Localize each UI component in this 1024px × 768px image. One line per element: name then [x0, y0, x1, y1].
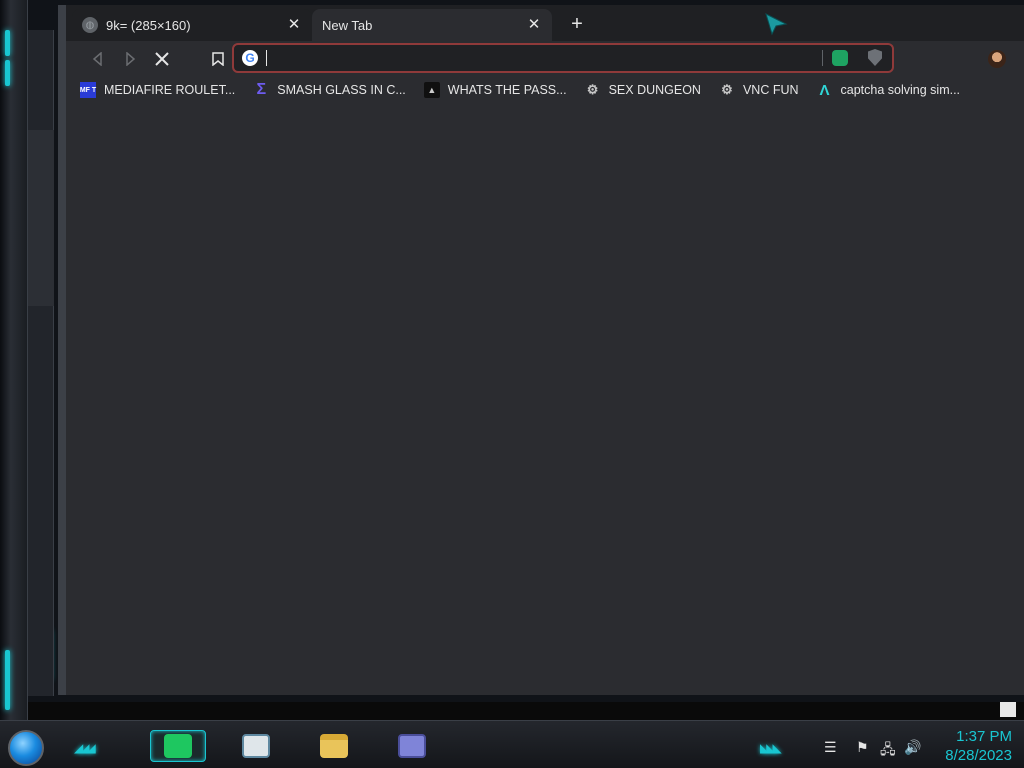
background-window-edge: [28, 30, 54, 696]
bookmark-smash-glass[interactable]: Σ SMASH GLASS IN C...: [253, 81, 406, 98]
taskbar-notes-app[interactable]: [150, 730, 206, 762]
window-bottom-edge: [28, 702, 1024, 720]
shield-extension-icon[interactable]: [868, 49, 882, 66]
close-icon: [155, 52, 169, 66]
taskbar-id-card-app[interactable]: [384, 730, 440, 762]
text-caret: [266, 50, 267, 66]
bookmark-button[interactable]: [206, 47, 230, 71]
bookmark-label: WHATS THE PASS...: [447, 83, 567, 97]
tab-image[interactable]: ◍ 9k= (285×160) ✕: [72, 9, 312, 41]
robot-icon: ⚙: [586, 82, 599, 97]
lambda-icon: Λ: [819, 81, 830, 99]
tab-strip: ◍ 9k= (285×160) ✕ New Tab ✕ +: [66, 5, 1024, 41]
bookmark-vnc-fun[interactable]: ⚙ VNC FUN: [719, 82, 799, 98]
page-content-area[interactable]: [66, 103, 1024, 695]
desktop-left-rail: [0, 0, 51, 720]
browser-window: ◍ 9k= (285×160) ✕ New Tab ✕ + G MF T MED…: [58, 5, 1024, 695]
id-card-icon: [398, 734, 426, 758]
browser-toolbar: G: [66, 41, 1024, 77]
notes-icon: [164, 734, 192, 758]
clock-date: 8/28/2023: [945, 747, 1012, 764]
scrollbar-corner: [1000, 702, 1016, 717]
tab-title: 9k= (285×160): [106, 17, 191, 33]
close-tab-icon[interactable]: ✕: [286, 17, 302, 33]
stop-loading-button[interactable]: [150, 47, 174, 71]
robot-icon: ⚙: [721, 82, 733, 97]
mediafire-icon: MF T: [80, 82, 96, 98]
clock-time: 1:37 PM: [956, 728, 1012, 745]
notes-extension-icon[interactable]: [832, 50, 848, 66]
decorative-chevrons: ◢◢◢: [74, 741, 96, 755]
rail-glow: [5, 650, 10, 710]
divider: [822, 50, 823, 66]
document-icon: [242, 734, 270, 758]
system-clock[interactable]: 1:37 PM 8/28/2023: [932, 727, 1012, 765]
globe-icon: ◍: [82, 17, 98, 33]
network-icon[interactable]: 🖧: [880, 739, 896, 763]
folder-icon: [320, 734, 348, 758]
forward-arrow-icon: [126, 52, 136, 66]
bookmark-captcha[interactable]: Λ captcha solving sim...: [817, 81, 961, 99]
start-button[interactable]: [8, 730, 44, 766]
bookmark-label: VNC FUN: [742, 83, 799, 97]
mouse-cursor-icon: [765, 13, 788, 36]
tab-title: New Tab: [322, 17, 373, 33]
volume-icon[interactable]: 🔊: [904, 739, 921, 756]
lock-icon: ▲: [423, 82, 440, 98]
taskbar-document-viewer[interactable]: [228, 730, 284, 762]
new-tab-button[interactable]: +: [566, 14, 588, 36]
bookmark-sex-dungeon[interactable]: ⚙ SEX DUNGEON: [585, 82, 701, 98]
bookmark-label: SMASH GLASS IN C...: [277, 83, 406, 97]
bookmark-icon: [212, 52, 224, 66]
bookmark-label: MEDIAFIRE ROULET...: [104, 83, 236, 97]
address-bar[interactable]: G: [232, 43, 894, 73]
close-tab-icon[interactable]: ✕: [526, 17, 542, 33]
google-icon: G: [242, 50, 258, 66]
profile-avatar[interactable]: [988, 50, 1006, 68]
back-button[interactable]: [86, 47, 110, 71]
bookmark-mediafire[interactable]: MF T MEDIAFIRE ROULET...: [80, 82, 235, 98]
bookmark-label: captcha solving sim...: [840, 83, 961, 97]
bookmarks-bar: MF T MEDIAFIRE ROULET... Σ SMASH GLASS I…: [66, 77, 1024, 103]
rail-glow: [5, 60, 10, 86]
show-hidden-icons-button[interactable]: ☰: [824, 739, 837, 756]
taskbar: ◢◢◢ ◣◣◣ ☰ ⚑ 🖧 🔊 1:37 PM 8/28/2023: [0, 720, 1024, 768]
bookmark-whats-the-pass[interactable]: ▲ WHATS THE PASS...: [423, 82, 567, 98]
address-input[interactable]: [266, 48, 806, 68]
taskbar-file-explorer[interactable]: [306, 730, 362, 762]
decorative-chevrons: ◣◣◣: [760, 741, 782, 755]
bookmark-label: SEX DUNGEON: [608, 83, 701, 97]
rail-glow: [5, 30, 10, 56]
back-arrow-icon: [92, 52, 102, 66]
tab-new-tab[interactable]: New Tab ✕: [312, 9, 552, 41]
sigma-icon: Σ: [256, 81, 267, 98]
forward-button[interactable]: [118, 47, 142, 71]
flag-icon[interactable]: ⚑: [856, 739, 869, 756]
